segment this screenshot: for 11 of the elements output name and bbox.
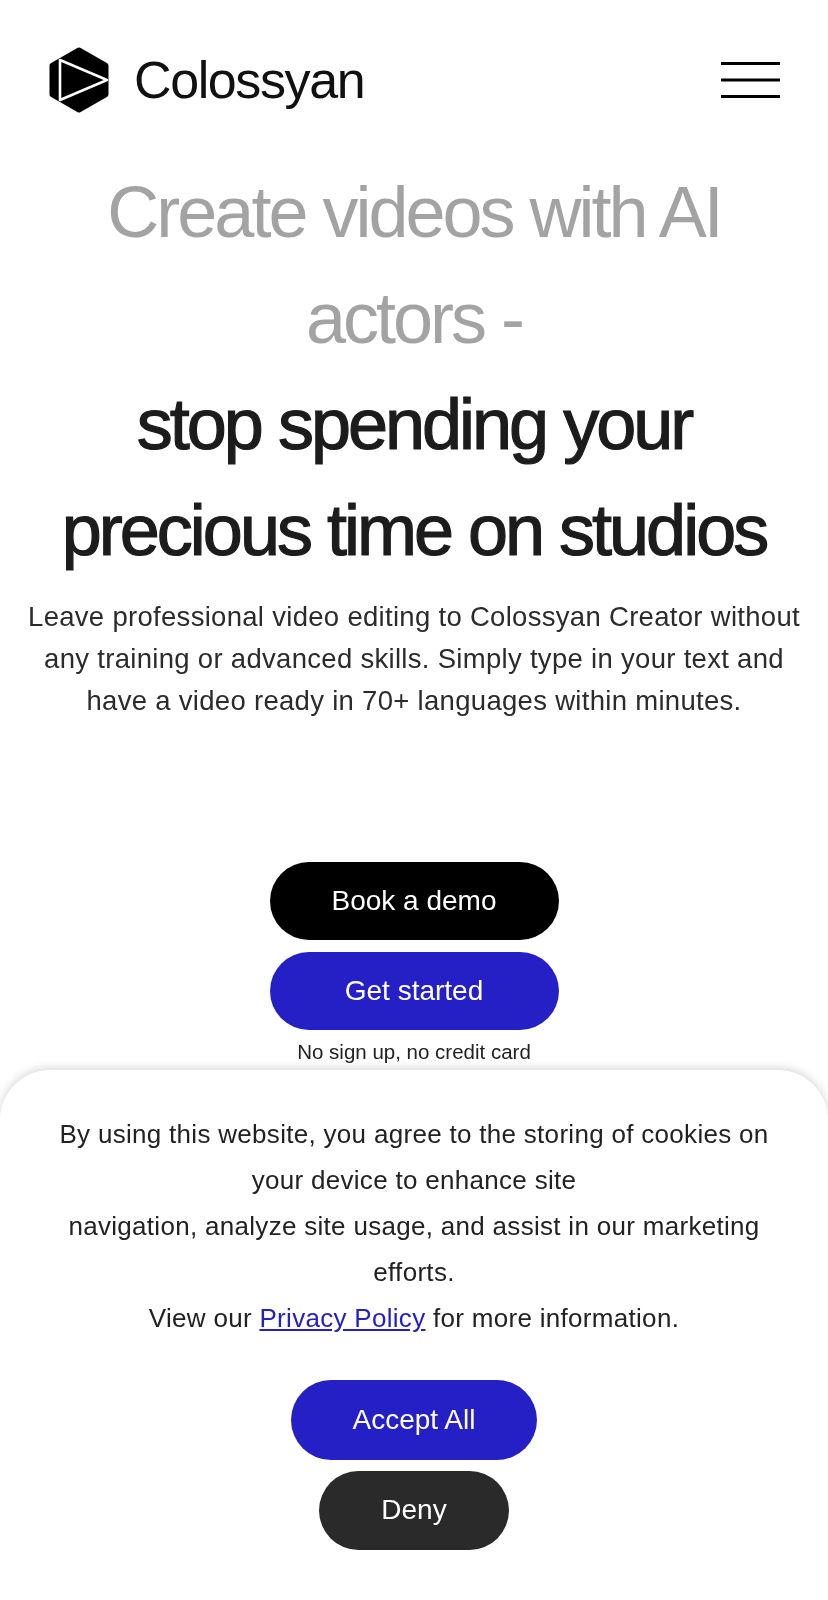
intro-text: Leave professional video editing to Colossyan Creator without any training or advanced skills. Simply type in your text and have a video ready in 70+ languages within minutes. [27, 600, 801, 718]
headline: Create videos with AI actors - stop spending your precious time on studios [60, 171, 768, 572]
cta-button[interactable]: Book a demo [269, 862, 559, 940]
signup-note: No sign up, no credit card [297, 1040, 531, 1064]
consent-button[interactable]: Accept All [290, 1380, 538, 1460]
logo-icon [49, 46, 109, 113]
menu-icon[interactable] [721, 61, 780, 98]
privacy-policy-link[interactable]: Privacy Policy [259, 1303, 426, 1333]
consent-button[interactable]: Deny [319, 1470, 509, 1550]
cta-button[interactable]: Get started [269, 952, 559, 1030]
cookie-notice-text: By using this website, you agree to the storing of cookies on your device to enhance site navigation, analyze site usage, and assist in our marketing efforts. View our Privacy Policy for more information. [58, 1118, 770, 1335]
